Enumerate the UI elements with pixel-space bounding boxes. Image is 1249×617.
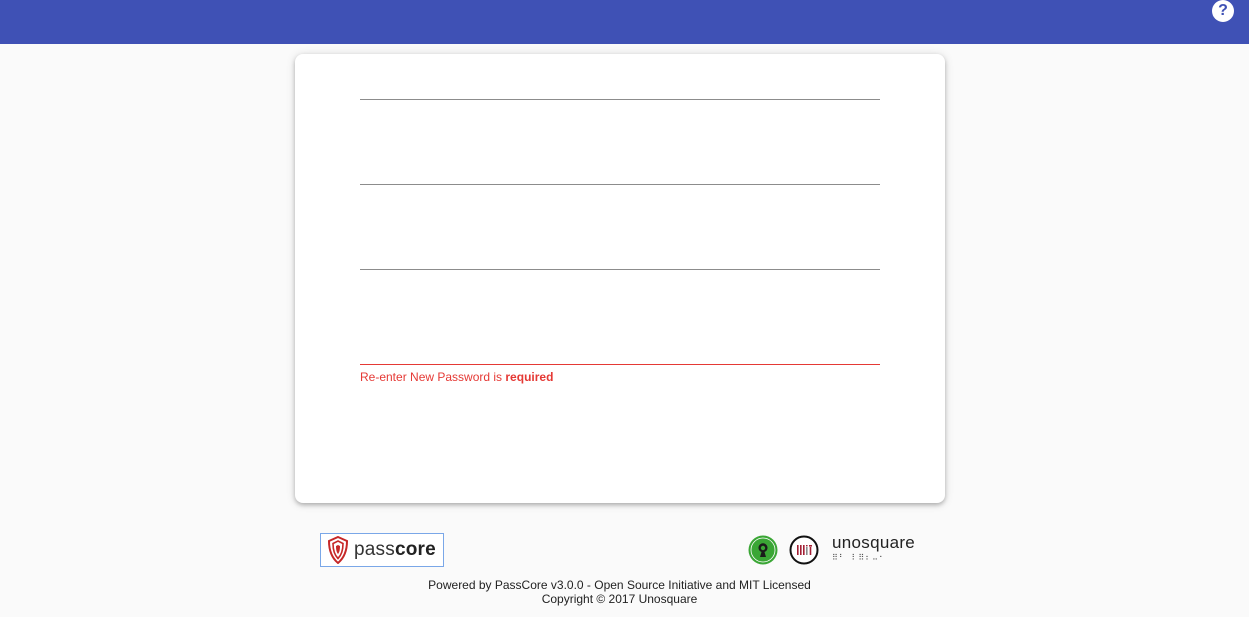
passcore-shield-icon — [327, 536, 349, 564]
change-password-card: Re-enter New Password is required — [295, 54, 945, 503]
current-password-field-wrapper — [360, 155, 880, 185]
passcore-logo[interactable]: passcore — [320, 533, 444, 567]
copyright-text: Copyright © 2017 Unosquare — [541, 592, 698, 606]
passcore-logo-text: passcore — [354, 539, 436, 561]
unosquare-logo-text: unosquare — [832, 533, 916, 552]
reenter-password-error: Re-enter New Password is required — [360, 370, 553, 384]
footer: Powered by PassCore v3.0.0 - Open Source… — [0, 578, 1239, 606]
app-bar: ? — [0, 0, 1249, 44]
help-icon[interactable]: ? — [1212, 0, 1234, 22]
error-text: Re-enter New Password is — [360, 370, 506, 384]
error-emphasis: required — [505, 370, 554, 384]
open-source-initiative-icon[interactable] — [748, 535, 778, 565]
passcore-logo-suffix: core — [394, 539, 436, 560]
username-field-wrapper — [360, 70, 880, 100]
reenter-new-password-field-wrapper — [360, 335, 880, 365]
unosquare-logo[interactable]: unosquare ⠿⠃ ⠇⠿⠆⠤⠂ — [832, 533, 922, 563]
passcore-logo-prefix: pass — [354, 539, 395, 560]
mit-license-icon[interactable] — [789, 535, 819, 565]
current-password-input[interactable] — [360, 155, 880, 185]
username-input[interactable] — [360, 70, 880, 100]
new-password-input[interactable] — [360, 240, 880, 270]
powered-by-text: Powered by PassCore v3.0.0 - Open Source… — [428, 578, 811, 592]
reenter-new-password-input[interactable] — [360, 335, 880, 365]
unosquare-dots-icon: ⠿⠃ ⠇⠿⠆⠤⠂ — [832, 553, 886, 562]
new-password-field-wrapper — [360, 240, 880, 270]
